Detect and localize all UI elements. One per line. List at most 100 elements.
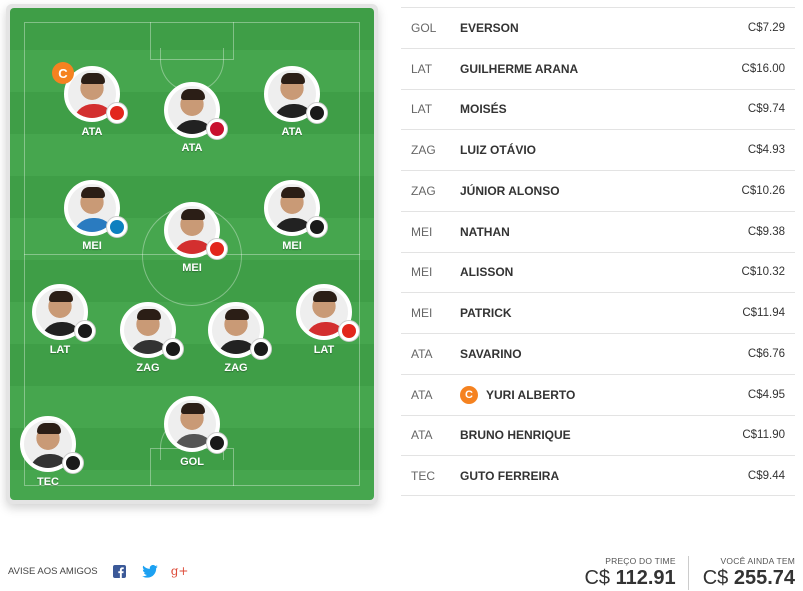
- player-avatar: C: [52, 62, 128, 124]
- player-position-label: TEC: [37, 476, 59, 488]
- roster-price: C$9.44: [747, 469, 785, 482]
- player-position-label: MEI: [282, 240, 302, 252]
- roster-row[interactable]: MEI NATHAN C$9.38: [401, 210, 795, 252]
- pitch-player-lat-2[interactable]: LAT: [284, 284, 364, 356]
- roster-position: MEI: [411, 306, 433, 321]
- player-avatar: [164, 396, 228, 454]
- roster-price: C$4.95: [747, 388, 785, 401]
- player-avatar: [296, 284, 360, 342]
- roster-player-name-cell: NATHAN: [460, 225, 748, 239]
- soccer-pitch: C ATA ATA ATA MEI MEI MEI LAT ZAG ZAG LA…: [10, 8, 374, 500]
- roster-player-name: NATHAN: [460, 224, 510, 239]
- roster-player-name: PATRICK: [460, 306, 512, 321]
- roster-position: LAT: [411, 61, 433, 76]
- roster-row[interactable]: GOL EVERSON C$7.29: [401, 7, 795, 48]
- facebook-icon[interactable]: [112, 563, 128, 579]
- roster-position: MEI: [411, 224, 433, 239]
- pitch-player-zag-1[interactable]: ZAG: [108, 302, 188, 374]
- team-crest-icon: [206, 432, 228, 454]
- pitch-player-ata-3[interactable]: ATA: [252, 66, 332, 138]
- roster-row[interactable]: LAT GUILHERME ARANA C$16.00: [401, 47, 795, 89]
- team-crest-icon: [206, 118, 228, 140]
- roster-position: MEI: [411, 265, 433, 280]
- roster-price: C$16.00: [741, 62, 785, 75]
- roster-player-name-cell: JÚNIOR ALONSO: [460, 184, 742, 198]
- team-roster-list: GOL EVERSON C$7.29 LAT GUILHERME ARANA C$16.0…: [401, 7, 795, 496]
- roster-row[interactable]: ATA BRUNO HENRIQUE C$11.90: [401, 414, 795, 456]
- roster-price: C$10.26: [741, 184, 785, 197]
- roster-price: C$10.32: [741, 266, 785, 279]
- player-avatar: [120, 302, 184, 360]
- pitch-player-ata-1[interactable]: C ATA: [52, 62, 132, 138]
- team-crest-icon: [106, 216, 128, 238]
- roster-price: C$6.76: [747, 347, 785, 360]
- pitch-player-zag-2[interactable]: ZAG: [196, 302, 276, 374]
- roster-price: C$7.29: [747, 21, 785, 34]
- pitch-player-mei-3[interactable]: MEI: [252, 180, 332, 252]
- pitch-player-mei-1[interactable]: MEI: [52, 180, 132, 252]
- share-bar: AVISE AOS AMIGOS g+: [8, 563, 188, 579]
- lineup-pitch-card: C ATA ATA ATA MEI MEI MEI LAT ZAG ZAG LA…: [6, 4, 378, 504]
- roster-position: ZAG: [411, 183, 436, 198]
- team-crest-icon: [206, 238, 228, 260]
- roster-player-name: ALISSON: [460, 265, 514, 280]
- roster-player-name-cell: MOISÉS: [460, 102, 748, 116]
- team-crest-icon: [74, 320, 96, 342]
- share-label: AVISE AOS AMIGOS: [8, 565, 98, 577]
- pitch-player-mei-2[interactable]: MEI: [152, 202, 232, 274]
- pitch-coach-tec[interactable]: TEC: [10, 416, 88, 488]
- player-avatar: [20, 416, 84, 474]
- roster-player-name: BRUNO HENRIQUE: [460, 428, 571, 443]
- twitter-icon[interactable]: [141, 563, 158, 579]
- roster-position: ATA: [411, 346, 433, 361]
- pitch-player-ata-2[interactable]: ATA: [152, 82, 232, 154]
- google-plus-icon[interactable]: g+: [171, 563, 189, 579]
- roster-player-name-cell: LUIZ OTÁVIO: [460, 143, 748, 157]
- roster-player-name-cell: PATRICK: [460, 306, 742, 320]
- roster-player-name-cell: GUTO FERREIRA: [460, 469, 748, 483]
- remaining-budget-value: C$ 255.74: [702, 567, 795, 589]
- team-crest-icon: [338, 320, 360, 342]
- pitch-player-gol[interactable]: GOL: [152, 396, 232, 468]
- player-position-label: GOL: [180, 456, 204, 468]
- remaining-budget-label: VOCÊ AINDA TEM: [720, 556, 795, 566]
- roster-position: ATA: [411, 428, 433, 443]
- player-position-label: LAT: [313, 344, 335, 356]
- player-position-label: ATA: [81, 126, 103, 138]
- roster-row[interactable]: ATA SAVARINO C$6.76: [401, 333, 795, 374]
- roster-price: C$9.38: [747, 225, 785, 238]
- roster-row[interactable]: MEI ALISSON C$10.32: [401, 251, 795, 293]
- player-position-label: ATA: [181, 142, 203, 154]
- team-price-block: PREÇO DO TIME C$ 112.91: [570, 556, 675, 590]
- team-crest-icon: [250, 338, 272, 360]
- roster-price: C$9.74: [747, 103, 785, 116]
- pitch-player-lat-1[interactable]: LAT: [20, 284, 100, 356]
- roster-position: ATA: [411, 387, 433, 402]
- team-price-label: PREÇO DO TIME: [605, 556, 676, 566]
- team-crest-icon: [162, 338, 184, 360]
- roster-row[interactable]: ZAG LUIZ OTÁVIO C$4.93: [401, 129, 795, 170]
- roster-player-name-cell: BRUNO HENRIQUE: [460, 428, 742, 442]
- roster-player-name: EVERSON: [460, 20, 519, 35]
- roster-player-name: MOISÉS: [460, 102, 507, 117]
- roster-player-name: LUIZ OTÁVIO: [460, 143, 536, 158]
- roster-row[interactable]: MEI PATRICK C$11.94: [401, 292, 795, 333]
- player-avatar: [208, 302, 272, 360]
- player-avatar: [264, 66, 328, 124]
- remaining-budget-block: VOCÊ AINDA TEM C$ 255.74: [687, 556, 795, 590]
- team-totals: PREÇO DO TIME C$ 112.91 VOCÊ AINDA TEM C…: [570, 556, 795, 590]
- roster-player-name: GUTO FERREIRA: [460, 468, 560, 483]
- player-position-label: ZAG: [224, 362, 248, 374]
- roster-row[interactable]: ZAG JÚNIOR ALONSO C$10.26: [401, 170, 795, 211]
- roster-price: C$4.93: [747, 144, 785, 157]
- roster-row[interactable]: LAT MOISÉS C$9.74: [401, 88, 795, 130]
- roster-player-name: JÚNIOR ALONSO: [460, 183, 560, 198]
- player-position-label: MEI: [82, 240, 102, 252]
- roster-player-name: YURI ALBERTO: [486, 387, 576, 402]
- player-avatar: [32, 284, 96, 342]
- roster-price: C$11.94: [742, 307, 785, 320]
- roster-player-name-cell: ALISSON: [460, 265, 742, 279]
- roster-position: TEC: [411, 468, 435, 483]
- roster-row[interactable]: TEC GUTO FERREIRA C$9.44: [401, 455, 795, 496]
- roster-row[interactable]: ATA C YURI ALBERTO C$4.95: [401, 373, 795, 415]
